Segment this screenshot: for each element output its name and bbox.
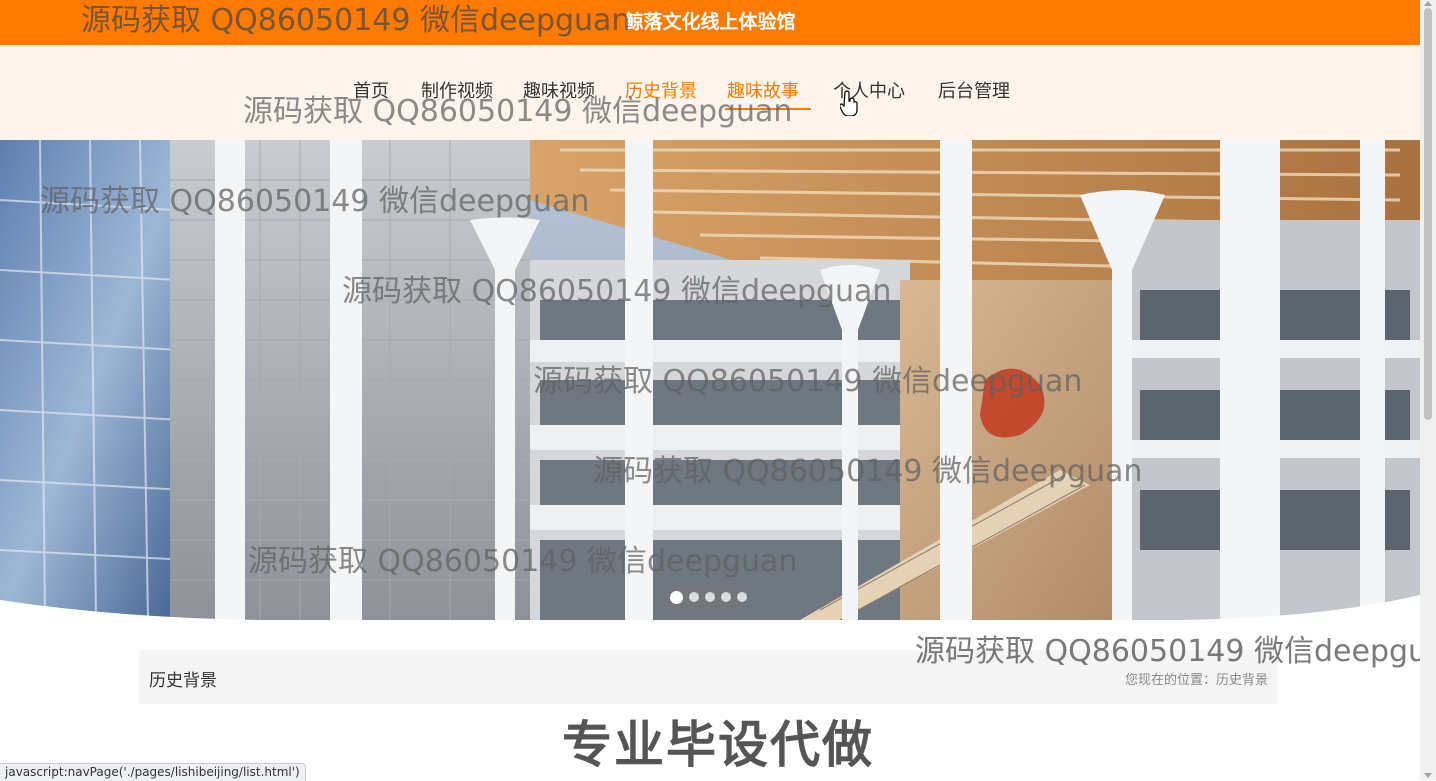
breadcrumb-location: 您现在的位置：历史背景 <box>1124 673 1268 688</box>
nav-item-make-video[interactable]: 制作视频 <box>421 80 493 104</box>
main-navigation: 首页 制作视频 趣味视频 历史背景 趣味故事 个人中心 后台管理 <box>0 45 1420 140</box>
nav-item-admin[interactable]: 后台管理 <box>938 80 1010 104</box>
carousel-dot-3[interactable] <box>705 592 715 602</box>
nav-item-home[interactable]: 首页 <box>353 80 389 104</box>
site-title: 鲸落文化线上体验馆 <box>624 11 796 33</box>
nav-item-fun-video[interactable]: 趣味视频 <box>523 80 595 104</box>
hand-cursor-icon <box>840 90 858 116</box>
nav-item-history-background[interactable]: 历史背景 <box>625 80 697 104</box>
carousel-dot-2[interactable] <box>689 592 699 602</box>
breadcrumb: 历史背景 您现在的位置：历史背景 <box>139 650 1278 704</box>
carousel-dot-1[interactable] <box>670 590 683 604</box>
section-title: 历史背景 <box>149 671 217 691</box>
nav-menu: 首页 制作视频 趣味视频 历史背景 趣味故事 个人中心 后台管理 <box>353 80 1010 110</box>
scroll-down-arrow-icon[interactable] <box>1424 773 1432 778</box>
banner-image <box>0 140 1420 620</box>
status-bar-url: javascript:navPage('./pages/lishibeijing… <box>0 763 306 781</box>
carousel-dot-5[interactable] <box>737 592 747 602</box>
scroll-up-arrow-icon[interactable] <box>1424 1 1432 6</box>
vertical-scrollbar[interactable] <box>1420 0 1436 780</box>
banner-carousel[interactable] <box>0 140 1420 620</box>
carousel-indicators <box>662 585 748 609</box>
carousel-dot-4[interactable] <box>721 592 731 602</box>
scrollbar-thumb[interactable] <box>1424 8 1432 420</box>
nav-item-fun-stories[interactable]: 趣味故事 <box>725 80 811 110</box>
page: 鲸落文化线上体验馆 首页 制作视频 趣味视频 历史背景 趣味故事 个人中心 后台… <box>0 0 1420 780</box>
top-header-bar: 鲸落文化线上体验馆 <box>0 0 1420 45</box>
